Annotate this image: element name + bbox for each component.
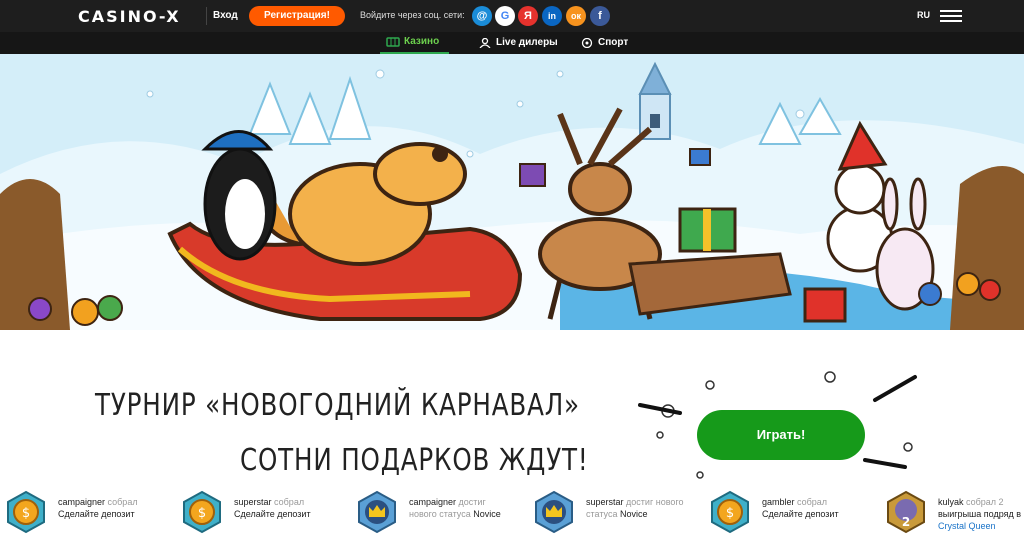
crown-badge-icon [358,490,396,534]
feed-text: campaigner собрал Сделайте депозит [58,496,188,520]
facebook-icon[interactable]: f [590,6,610,26]
yandex-icon[interactable]: Я [518,6,538,26]
feed-text: kulyak собрал 2 выигрыша подряд в Crysta… [938,496,1024,532]
feed-line2: Сделайте депозит [58,509,135,519]
feed-item[interactable]: $ gambler собрал Сделайте депозит [708,486,878,542]
crystal-queen-badge-icon: 2 [887,490,925,534]
activity-feed: $ campaigner собрал Сделайте депозит $ s… [0,486,1024,542]
feed-text: campaigner достиг нового статуса Novice [409,496,539,520]
login-link[interactable]: Вход [206,7,238,25]
nav-bar: Казино Live дилеры Спорт [0,32,1024,54]
feed-action: собрал [797,497,828,507]
mail-icon[interactable]: @ [472,6,492,26]
feed-item[interactable]: $ superstar собрал Сделайте депозит [180,486,350,542]
game-link[interactable]: Crystal Queen [938,521,996,531]
svg-text:$: $ [198,506,206,521]
feed-status: Novice [473,509,501,519]
soccer-ball-icon [581,38,593,48]
feed-line2: Сделайте депозит [234,509,311,519]
feed-line2: Сделайте депозит [762,509,839,519]
tab-casino-label: Казино [404,36,440,47]
tab-live-dealers[interactable]: Live дилеры [478,32,558,54]
feed-text: superstar собрал Сделайте депозит [234,496,364,520]
feed-line2: нового статуса [409,509,471,519]
feed-user[interactable]: campaigner [409,497,456,507]
feed-item[interactable]: $ campaigner собрал Сделайте депозит [4,486,174,542]
svg-text:$: $ [22,506,30,521]
odnoklassniki-icon[interactable]: ок [566,6,586,26]
play-button[interactable]: Играть! [697,410,865,460]
menu-icon[interactable] [940,10,962,22]
feed-line2: статуса [586,509,618,519]
feed-text: superstar достиг нового статуса Novice [586,496,716,520]
promo-subtitle: СОТНИ ПОДАРКОВ ЖДУТ! [240,443,589,478]
register-button[interactable]: Регистрация! [249,6,345,26]
promo-title: ТУРНИР «НОВОГОДНИЙ КАРНАВАЛ» [95,388,580,423]
feed-action: собрал 2 [966,497,1004,507]
slot-machine-icon [386,37,400,47]
language-selector[interactable]: RU [917,10,930,20]
tab-casino[interactable]: Казино [380,32,450,54]
casino-logo[interactable]: CASINO-X [78,7,181,26]
dealer-icon [479,38,491,48]
social-login-label: Войдите через соц. сети: [360,10,465,20]
feed-text: gambler собрал Сделайте депозит [762,496,892,520]
google-icon[interactable]: G [495,6,515,26]
feed-user[interactable]: superstar [234,497,272,507]
feed-action: собрал [107,497,138,507]
feed-user[interactable]: kulyak [938,497,964,507]
feed-item[interactable]: campaigner достиг нового статуса Novice [355,486,525,542]
winter-sleigh-illustration [0,54,1024,330]
tab-sport-label: Спорт [598,37,629,48]
feed-line2: выигрыша подряд в [938,509,1022,519]
coin-badge-icon: $ [7,490,45,534]
svg-text:$: $ [726,506,734,521]
feed-status: Novice [619,509,648,519]
feed-user[interactable]: superstar [586,497,624,507]
linkedin-icon[interactable]: in [542,6,562,26]
coin-badge-icon: $ [711,490,749,534]
feed-user[interactable]: gambler [762,497,795,507]
crown-badge-icon [535,490,573,534]
feed-item[interactable]: 2 kulyak собрал 2 выигрыша подряд в Crys… [884,486,1024,542]
top-bar: CASINO-X Вход Регистрация! Войдите через… [0,0,1024,32]
feed-user[interactable]: campaigner [58,497,105,507]
feed-item[interactable]: superstar достиг нового статуса Novice [532,486,702,542]
coin-badge-icon: $ [183,490,221,534]
promo-banner[interactable] [0,54,1024,330]
tab-live-label: Live дилеры [496,37,558,48]
feed-action: собрал [274,497,305,507]
feed-action: достиг нового [626,497,684,507]
feed-action: достиг [458,497,486,507]
svg-text:2: 2 [902,515,910,529]
tab-sport[interactable]: Спорт [580,32,628,54]
